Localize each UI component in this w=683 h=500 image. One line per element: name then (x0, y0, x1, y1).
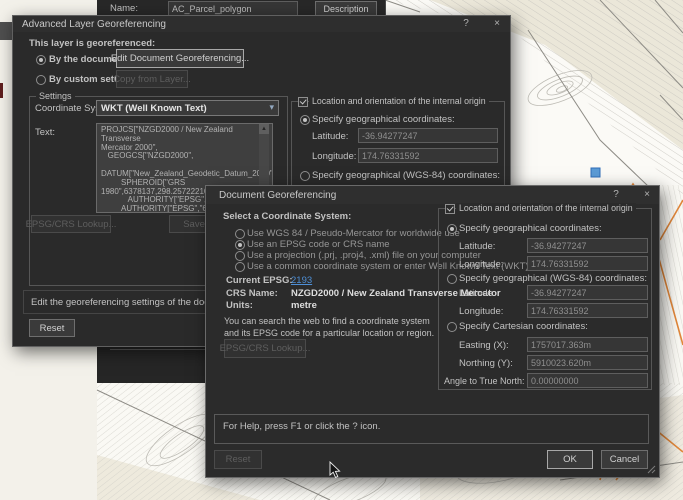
crs-option-wgs84-label: Use WGS 84 / Pseudo-Mercator for worldwi… (247, 228, 460, 239)
latitude2-label: Latitude: (459, 288, 495, 299)
advanced-dialog-title: Advanced Layer Georeferencing (22, 19, 166, 30)
latitude2-field[interactable]: -36.94277247 (527, 285, 648, 300)
cancel-button[interactable]: Cancel (601, 450, 648, 469)
help-message-text: For Help, press F1 or click the ? icon. (223, 421, 380, 432)
name-input[interactable]: AC_Parcel_polygon (168, 1, 298, 16)
window-fragment-red (0, 83, 3, 98)
by-custom-settings-radio[interactable] (36, 75, 46, 85)
northing-label: Northing (Y): (459, 358, 513, 369)
easting-label: Easting (X): (459, 340, 509, 351)
origin-checkbox[interactable] (445, 204, 455, 214)
origin-group-label: Location and orientation of the internal… (456, 203, 636, 214)
longitude-field[interactable]: 174.76331592 (527, 256, 648, 271)
crs-option-epsg-radio[interactable] (235, 240, 245, 250)
cartesian-coords-radio[interactable] (447, 322, 457, 332)
wgs84-coords-label: Specify geographical (WGS-84) coordinate… (459, 273, 647, 284)
coordinate-system-value: WKT (Well Known Text) (101, 103, 207, 114)
layer-properties-dialog-fragment-bottom (97, 345, 205, 383)
cartesian-coords-label: Specify Cartesian coordinates: (459, 321, 588, 332)
window-fragment-gray (0, 22, 12, 40)
document-dialog-title: Document Georeferencing (219, 190, 336, 201)
search-hint-text: You can search the web to find a coordin… (224, 316, 436, 339)
edit-document-georeferencing-button[interactable]: Edit Document Georeferencing... (116, 49, 244, 68)
settings-group-label: Settings (36, 91, 75, 102)
latitude-field[interactable]: -36.94277247 (527, 238, 648, 253)
latitude-field[interactable]: -36.94277247 (358, 128, 498, 143)
wgs84-coords-label: Specify geographical (WGS-84) coordinate… (312, 170, 500, 181)
mouse-cursor (329, 461, 342, 480)
document-georeferencing-dialog: Document Georeferencing ? × Select a Coo… (205, 185, 660, 478)
northing-field[interactable]: 5910023.620m (527, 355, 648, 370)
coordinate-system-dropdown[interactable]: WKT (Well Known Text) ▾ (96, 100, 279, 116)
wgs84-coords-radio[interactable] (447, 274, 457, 284)
longitude-field[interactable]: 174.76331592 (358, 148, 498, 163)
crs-option-wkt-radio[interactable] (235, 262, 245, 272)
geo-coords-label: Specify geographical coordinates: (459, 223, 602, 234)
current-epsg-label: Current EPSG: (226, 275, 293, 286)
epsg-crs-lookup-button[interactable]: EPSG/CRS Lookup... (31, 215, 111, 233)
text-label: Text: (35, 127, 55, 138)
copy-from-layer-button[interactable]: Copy from Layer... (116, 70, 188, 88)
ok-button[interactable]: OK (547, 450, 593, 469)
reset-button[interactable]: Reset (29, 319, 75, 337)
origin-checkbox[interactable] (298, 97, 308, 107)
chevron-down-icon: ▾ (269, 102, 274, 113)
latitude-label: Latitude: (312, 131, 348, 142)
help-icon[interactable]: ? (609, 189, 623, 201)
georeferenced-intro-label: This layer is georeferenced: (29, 38, 155, 49)
crs-option-wgs84-radio[interactable] (235, 229, 245, 239)
wgs84-coords-radio[interactable] (300, 171, 310, 181)
angle-to-true-north-field[interactable]: 0.00000000 (527, 373, 648, 388)
longitude2-label: Longitude: (459, 306, 503, 317)
geo-coords-label: Specify geographical coordinates: (312, 114, 455, 125)
advanced-dialog-titlebar[interactable]: Advanced Layer Georeferencing ? × (13, 16, 510, 32)
longitude-label: Longitude: (312, 151, 356, 162)
help-icon[interactable]: ? (459, 18, 473, 30)
units-value: metre (291, 300, 317, 311)
resize-grip[interactable] (647, 465, 656, 474)
close-icon[interactable]: × (490, 18, 504, 30)
close-icon[interactable]: × (640, 189, 654, 201)
origin-group-label: Location and orientation of the internal… (309, 96, 489, 107)
geo-coords-radio[interactable] (447, 224, 457, 234)
document-dialog-titlebar[interactable]: Document Georeferencing ? × (206, 186, 659, 204)
screen: { "icons": { "help": "?", "close": "×", … (0, 0, 683, 500)
layer-properties-dialog-fragment-top: Name: AC_Parcel_polygon Description (97, 0, 386, 15)
crs-option-epsg-label: Use an EPSG code or CRS name (247, 239, 390, 250)
easting-field[interactable]: 1757017.363m (527, 337, 648, 352)
current-epsg-link[interactable]: 2193 (291, 275, 312, 286)
help-message-box: For Help, press F1 or click the ? icon. (214, 414, 649, 444)
reset-button[interactable]: Reset (214, 450, 262, 469)
epsg-crs-lookup-button[interactable]: EPSG/CRS Lookup... (224, 339, 306, 358)
by-document-radio[interactable] (36, 55, 46, 65)
scroll-up-icon[interactable]: ▲ (259, 124, 269, 134)
fragment-box-edge (110, 349, 205, 350)
longitude-label: Longitude: (459, 259, 503, 270)
units-label: Units: (226, 300, 253, 311)
select-crs-heading: Select a Coordinate System: (223, 211, 351, 222)
crs-option-file-radio[interactable] (235, 251, 245, 261)
longitude2-field[interactable]: 174.76331592 (527, 303, 648, 318)
origin-group: Location and orientation of the internal… (438, 208, 652, 390)
crs-name-label: CRS Name: (226, 288, 278, 299)
latitude-label: Latitude: (459, 241, 495, 252)
name-label: Name: (110, 3, 138, 14)
angle-to-true-north-label: Angle to True North: (444, 376, 525, 387)
description-button[interactable]: Description (315, 1, 377, 16)
geo-coords-radio[interactable] (300, 115, 310, 125)
